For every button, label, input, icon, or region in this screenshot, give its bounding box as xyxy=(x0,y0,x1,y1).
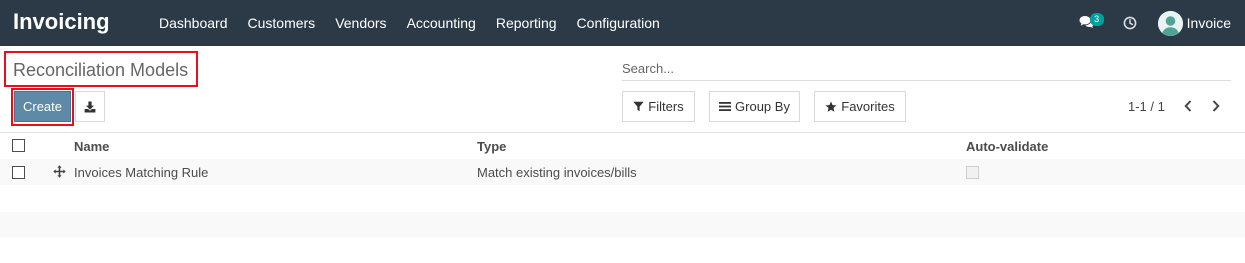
menu-item-configuration[interactable]: Configuration xyxy=(567,0,670,46)
row-checkbox[interactable] xyxy=(12,166,25,179)
messages-badge: 3 xyxy=(1089,13,1104,26)
filter-icon xyxy=(633,101,644,112)
download-button[interactable] xyxy=(75,91,105,122)
filters-button[interactable]: Filters xyxy=(622,91,695,122)
menu-item-reporting[interactable]: Reporting xyxy=(486,0,567,46)
group-by-button[interactable]: Group By xyxy=(709,91,800,122)
user-menu[interactable]: Invoice xyxy=(1157,10,1231,36)
main-menu: Dashboard Customers Vendors Accounting R… xyxy=(149,0,670,46)
column-header-name[interactable]: Name xyxy=(74,139,109,154)
pager-previous-button[interactable] xyxy=(1179,96,1197,116)
table-empty-row xyxy=(0,186,1245,212)
menu-item-vendors[interactable]: Vendors xyxy=(325,0,396,46)
drag-handle-icon[interactable] xyxy=(53,165,66,178)
star-icon xyxy=(825,101,837,112)
table-empty-row xyxy=(0,212,1245,238)
messaging-menu[interactable]: 3 xyxy=(1075,0,1105,46)
pager-next-button[interactable] xyxy=(1207,96,1225,116)
app-title[interactable]: Invoicing xyxy=(13,9,110,35)
systray: 3 Invoice xyxy=(1075,0,1245,46)
favorites-label: Favorites xyxy=(841,99,895,114)
avatar xyxy=(1157,10,1183,36)
search-input[interactable] xyxy=(622,56,1231,80)
filters-label: Filters xyxy=(648,99,684,114)
pager-value[interactable]: 1-1 / 1 xyxy=(1128,99,1165,114)
bars-icon xyxy=(719,102,732,111)
search-bar xyxy=(622,56,1231,81)
menu-item-dashboard[interactable]: Dashboard xyxy=(149,0,238,46)
chevron-right-icon xyxy=(1212,100,1220,112)
activity-menu[interactable] xyxy=(1119,0,1141,46)
menu-item-customers[interactable]: Customers xyxy=(238,0,326,46)
auto-validate-checkbox xyxy=(966,166,979,179)
user-name: Invoice xyxy=(1186,15,1231,31)
download-icon xyxy=(84,101,96,112)
table-header: Name Type Auto-validate xyxy=(0,133,1245,159)
table-row[interactable]: Invoices Matching Rule Match existing in… xyxy=(0,159,1245,185)
column-header-type[interactable]: Type xyxy=(477,139,506,154)
select-all-checkbox[interactable] xyxy=(12,139,25,152)
menu-item-accounting[interactable]: Accounting xyxy=(397,0,486,46)
favorites-button[interactable]: Favorites xyxy=(814,91,906,122)
clock-icon xyxy=(1123,16,1137,30)
breadcrumb: Reconciliation Models xyxy=(13,60,189,80)
column-header-auto-validate[interactable]: Auto-validate xyxy=(966,139,1048,154)
top-navbar: Invoicing Dashboard Customers Vendors Ac… xyxy=(0,0,1245,46)
group-by-label: Group By xyxy=(735,99,790,114)
cell-type: Match existing invoices/bills xyxy=(477,165,637,180)
create-button[interactable]: Create xyxy=(14,91,71,122)
cell-name: Invoices Matching Rule xyxy=(74,165,209,180)
chevron-left-icon xyxy=(1184,100,1192,112)
